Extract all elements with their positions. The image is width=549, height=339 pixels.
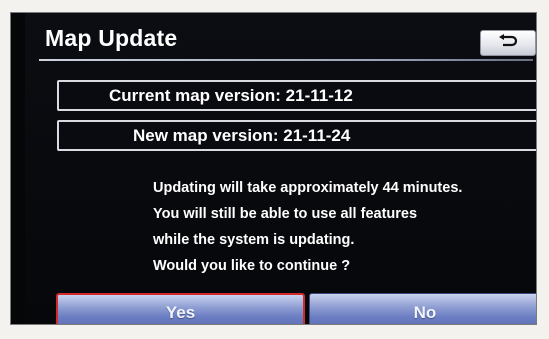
current-map-version: Current map version: 21-11-12 xyxy=(57,80,536,111)
message-line: Updating will take approximately 44 minu… xyxy=(153,180,463,196)
back-button[interactable] xyxy=(480,30,536,56)
current-version-label: Current map version: xyxy=(109,85,281,105)
message-line: You will still be able to use all featur… xyxy=(153,206,418,222)
new-map-version: New map version: 21-11-24 xyxy=(57,120,536,151)
title-divider xyxy=(39,59,533,61)
update-message: Updating will take approximately 44 minu… xyxy=(153,175,523,279)
no-button[interactable]: No xyxy=(309,293,536,324)
message-line: Would you like to continue ? xyxy=(153,258,351,274)
map-update-screen: Map Update Current map version: 21-11-12… xyxy=(25,13,536,324)
new-version-value: 21-11-24 xyxy=(283,125,351,145)
current-version-value: 21-11-12 xyxy=(285,85,353,105)
display-frame: Map Update Current map version: 21-11-12… xyxy=(10,12,537,325)
yes-button[interactable]: Yes xyxy=(56,293,305,324)
message-line: while the system is updating. xyxy=(153,232,355,248)
page-title: Map Update xyxy=(45,25,178,51)
new-version-label: New map version: xyxy=(133,125,279,145)
return-arrow-icon xyxy=(497,33,519,53)
